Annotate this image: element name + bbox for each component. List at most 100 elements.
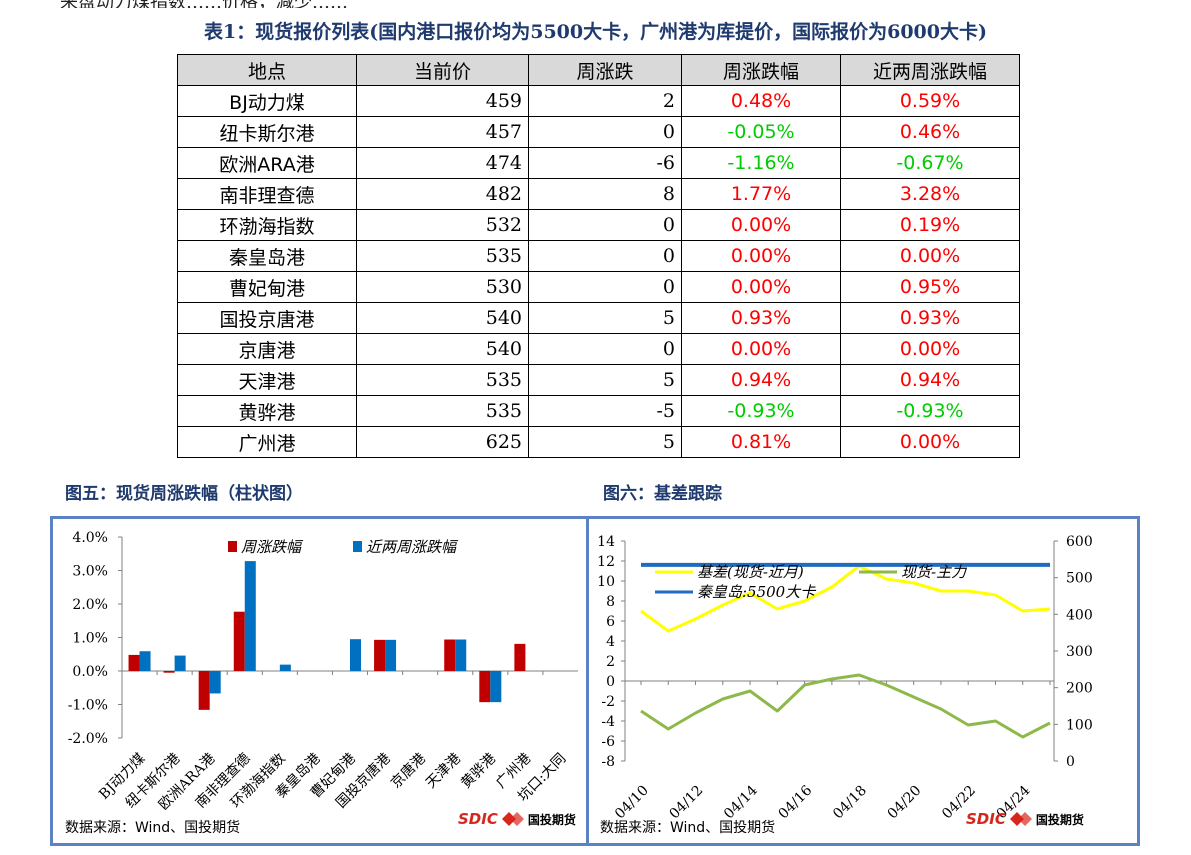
cell-price: 530	[356, 271, 529, 303]
table-row: 曹妃甸港 530 0 0.00% 0.95%	[177, 271, 1020, 303]
cell-weekly-change: 0	[528, 333, 682, 365]
cell-price: 474	[356, 147, 529, 179]
cell-place: 欧洲ARA港	[177, 147, 357, 179]
bar-weekly-pct	[374, 639, 386, 671]
logo-name: 国投期货	[1035, 812, 1084, 827]
sdic-diamond-icon	[501, 812, 524, 826]
cell-price: 535	[356, 364, 529, 396]
right-tick-label: 500	[1066, 571, 1093, 587]
left-tick-label: -8	[601, 754, 615, 770]
left-tick-label: 4	[606, 634, 615, 650]
bar-two-week-pct	[350, 639, 361, 671]
x-tick-label: 04/20	[885, 783, 925, 823]
right-tick-label: 400	[1066, 607, 1093, 623]
fig6-title: 图六：基差跟踪	[603, 484, 722, 504]
left-tick-label: 0	[606, 674, 615, 690]
bar-weekly-pct	[163, 671, 175, 673]
left-tick-label: 10	[597, 574, 615, 590]
table-row: 南非理查德 482 8 1.77% 3.28%	[177, 178, 1020, 210]
fig6-logo: SDIC 国投期货	[966, 810, 1084, 828]
legend-label-spot-main: 现货-主力	[901, 563, 967, 581]
bar-weekly-pct	[479, 671, 491, 703]
bar-two-week-pct	[279, 664, 291, 671]
cell-two-week-pct: 0.94%	[840, 364, 1020, 396]
fig5-logo: SDIC 国投期货	[458, 810, 576, 828]
cell-place: 国投京唐港	[177, 302, 357, 334]
table-row: 纽卡斯尔港 457 0 -0.05% 0.46%	[177, 116, 1020, 148]
cell-weekly-pct: 0.00%	[681, 209, 841, 241]
x-tick-label: 04/18	[830, 783, 870, 823]
cell-place: 曹妃甸港	[177, 271, 357, 303]
bar-weekly-pct	[198, 671, 210, 710]
left-tick-label: -4	[601, 714, 615, 730]
cell-two-week-pct: -0.93%	[840, 395, 1020, 427]
cell-weekly-pct: 0.81%	[681, 426, 841, 458]
cell-place: BJ动力煤	[177, 85, 357, 117]
fig6-source: 数据来源：Wind、国投期货	[600, 820, 776, 836]
cell-price: 535	[356, 240, 529, 272]
right-tick-label: 200	[1066, 681, 1093, 697]
table-header-row: 地点 当前价 周涨跌 周涨跌幅 近两周涨跌幅	[177, 54, 1020, 86]
table-row: BJ动力煤 459 2 0.48% 0.59%	[177, 85, 1020, 117]
col-header-place: 地点	[177, 54, 357, 86]
fig5-source: 数据来源：Wind、国投期货	[65, 820, 241, 836]
logo-brand: SDIC	[458, 810, 498, 828]
bar-two-week-pct	[385, 639, 397, 671]
x-tick-label: 04/16	[776, 782, 816, 822]
cell-weekly-change: 8	[528, 178, 682, 210]
cell-price: 457	[356, 116, 529, 148]
cell-price: 625	[356, 426, 529, 458]
col-header-weekly-pct: 周涨跌幅	[681, 54, 841, 86]
cell-weekly-change: 0	[528, 240, 682, 272]
cell-weekly-pct: 1.77%	[681, 178, 841, 210]
bar-two-week-pct	[139, 651, 151, 671]
right-tick-label: 300	[1066, 644, 1093, 660]
left-tick-label: 8	[606, 594, 615, 610]
cell-price: 540	[356, 333, 529, 365]
table-row: 国投京唐港 540 5 0.93% 0.93%	[177, 302, 1020, 334]
cell-weekly-pct: -1.16%	[681, 147, 841, 179]
cell-weekly-pct: 0.94%	[681, 364, 841, 396]
right-tick-label: 600	[1066, 534, 1093, 550]
cell-two-week-pct: 0.59%	[840, 85, 1020, 117]
table-row: 秦皇岛港 535 0 0.00% 0.00%	[177, 240, 1020, 272]
fig5-bar-chart: -2.0%-1.0%0.0%1.0%2.0%3.0%4.0%BJ动力煤纽卡斯尔港…	[68, 530, 578, 813]
col-header-two-week-pct: 近两周涨跌幅	[840, 54, 1020, 86]
bar-weekly-pct	[233, 611, 245, 671]
y-tick-label: 0.0%	[72, 664, 108, 680]
bar-two-week-pct	[490, 671, 502, 703]
cell-weekly-pct: 0.00%	[681, 333, 841, 365]
table-row: 京唐港 540 0 0.00% 0.00%	[177, 333, 1020, 365]
cell-two-week-pct: 0.19%	[840, 209, 1020, 241]
left-tick-label: 2	[606, 654, 615, 670]
cell-place: 广州港	[177, 426, 357, 458]
cell-two-week-pct: 0.00%	[840, 333, 1020, 365]
left-tick-label: 6	[606, 614, 615, 630]
table-row: 天津港 535 5 0.94% 0.94%	[177, 364, 1020, 396]
right-tick-label: 0	[1066, 754, 1075, 770]
y-tick-label: 1.0%	[72, 631, 108, 647]
y-tick-label: -1.0%	[68, 698, 108, 714]
cell-two-week-pct: 0.93%	[840, 302, 1020, 334]
cell-price: 459	[356, 85, 529, 117]
cell-place: 纽卡斯尔港	[177, 116, 357, 148]
cell-weekly-change: 0	[528, 116, 682, 148]
cell-place: 秦皇岛港	[177, 240, 357, 272]
fig6-line-chart: -8 -6 -4 -2 0 2 4 6 8 10 12 14 0 100 200 300 400 500 600 04…	[597, 534, 1093, 823]
x-tick-label: 天津港	[423, 751, 464, 792]
legend-swatch-weekly	[228, 541, 237, 552]
bar-two-week-pct	[244, 561, 256, 671]
cell-weekly-change: 5	[528, 426, 682, 458]
cell-two-week-pct: 3.28%	[840, 178, 1020, 210]
table-row: 环渤海指数 532 0 0.00% 0.19%	[177, 209, 1020, 241]
y-tick-label: 2.0%	[72, 597, 108, 613]
cell-weekly-pct: -0.05%	[681, 116, 841, 148]
table-row: 黄骅港 535 -5 -0.93% -0.93%	[177, 395, 1020, 427]
cell-two-week-pct: -0.67%	[840, 147, 1020, 179]
cell-weekly-pct: 0.93%	[681, 302, 841, 334]
cell-weekly-change: 0	[528, 271, 682, 303]
cell-weekly-change: 5	[528, 364, 682, 396]
x-tick-label: 黄骅港	[457, 750, 499, 792]
cell-place: 天津港	[177, 364, 357, 396]
bar-weekly-pct	[128, 654, 140, 671]
